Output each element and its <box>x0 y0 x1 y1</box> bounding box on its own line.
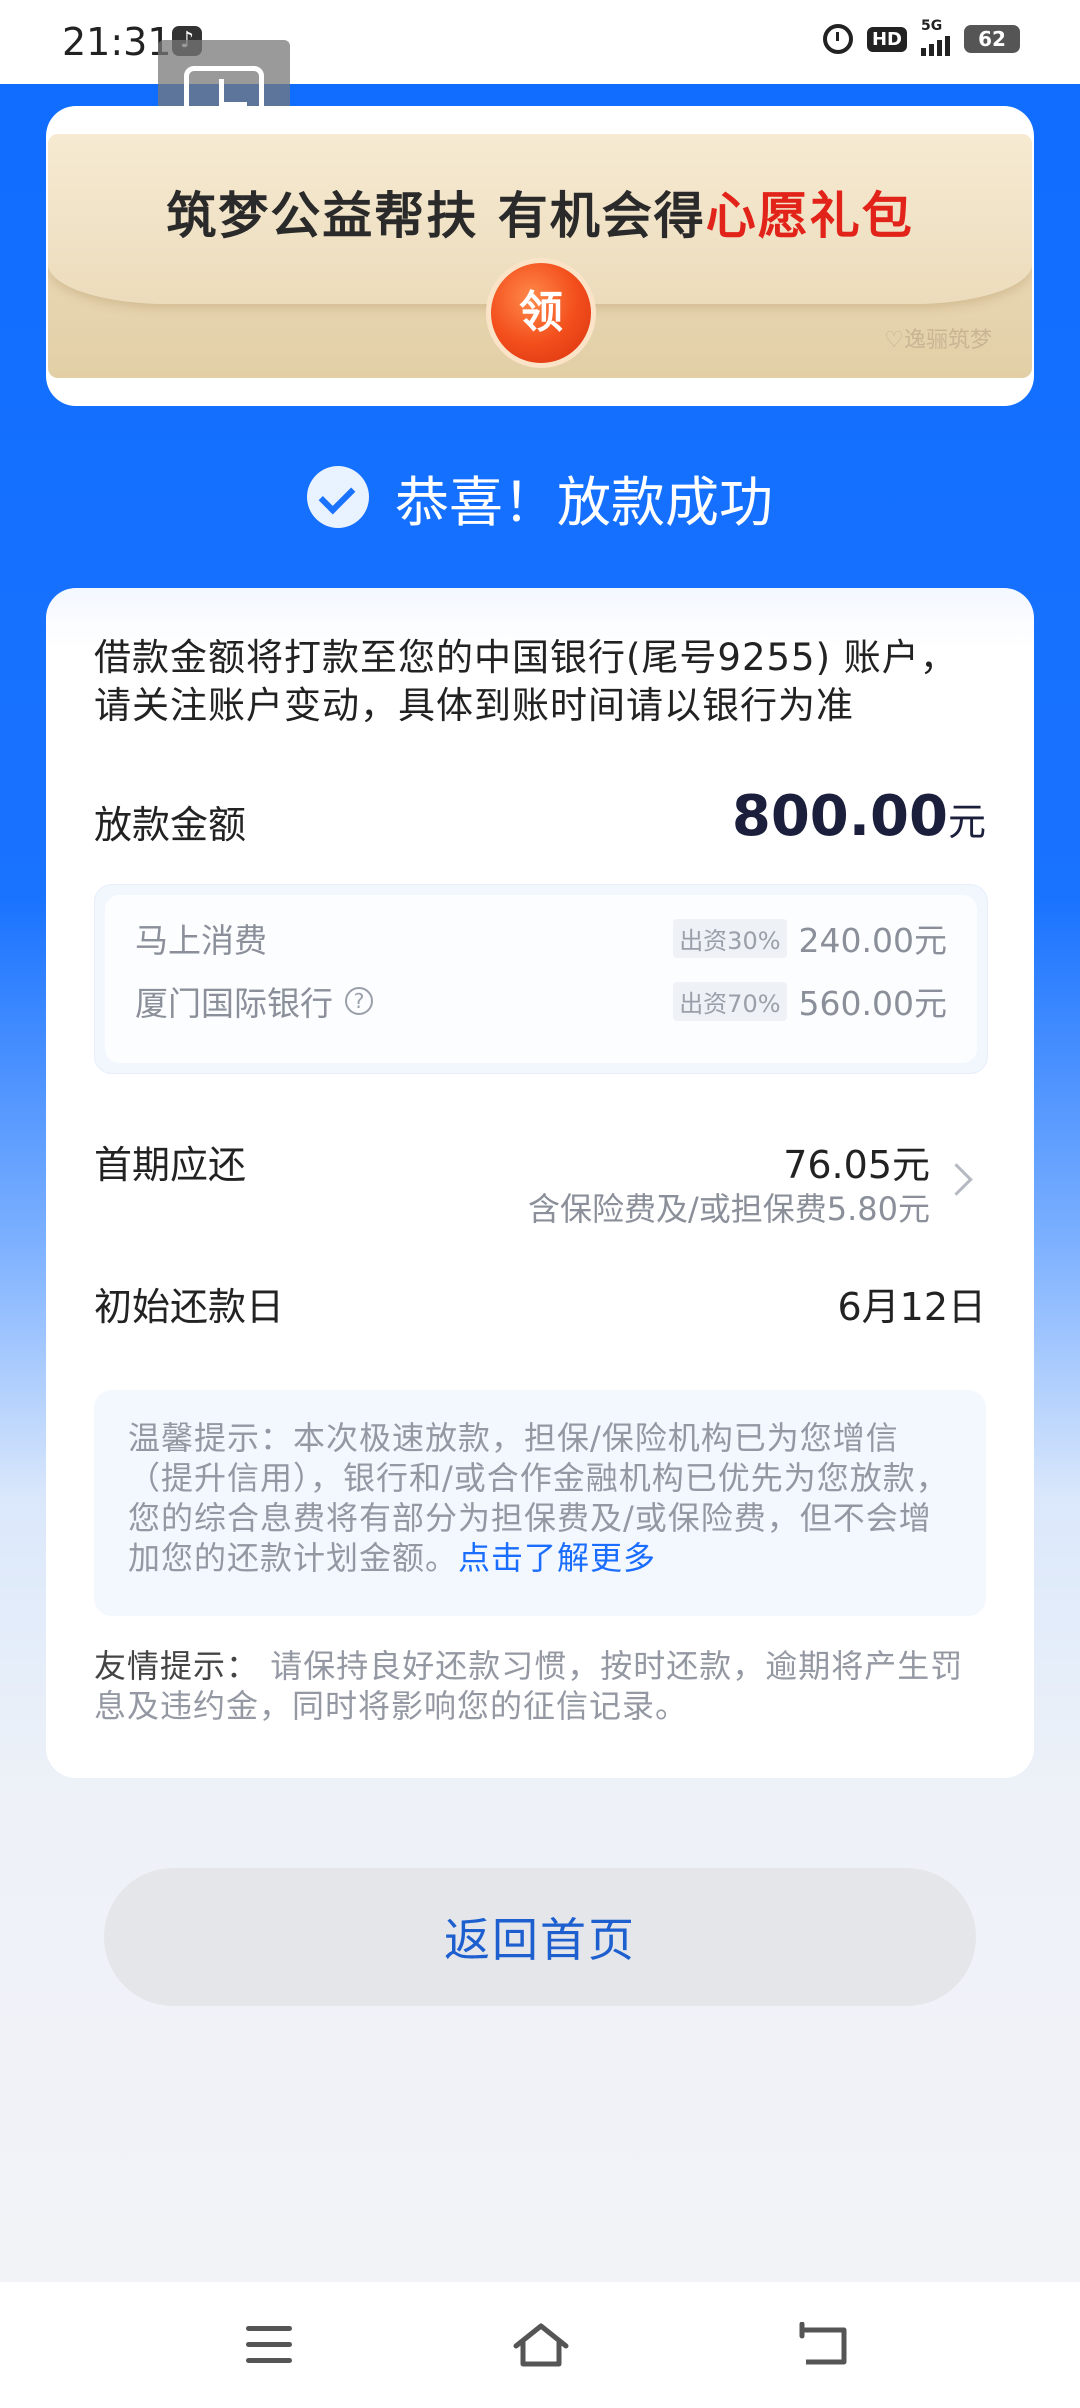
funder-values: 出资30% 240.00元 <box>673 914 947 962</box>
repayment-date-value: 6月12日 <box>837 1285 986 1329</box>
funder-values: 出资70% 560.00元 <box>673 977 947 1025</box>
signal-icon: 5G <box>921 18 950 56</box>
banner-text-highlight: 心愿礼包 <box>705 186 914 245</box>
success-header: 恭喜！放款成功 <box>0 462 1080 534</box>
success-title: 恭喜！放款成功 <box>395 470 773 534</box>
first-payment-label: 首期应还 <box>94 1143 247 1187</box>
status-time: 21:31 <box>62 20 172 64</box>
warm-tip-box: 温馨提示：本次极速放款，担保/保险机构已为您增信（提升信用），银行和/或合作金融… <box>94 1390 986 1616</box>
funder-name: 马上消费 <box>135 921 267 960</box>
funder-share-badge: 出资30% <box>673 918 787 958</box>
amount-label: 放款金额 <box>94 803 247 847</box>
system-nav-bar <box>0 2282 1080 2408</box>
menu-icon[interactable] <box>246 2326 292 2364</box>
warm-tip-text: 温馨提示：本次极速放款，担保/保险机构已为您增信（提升信用），银行和/或合作金融… <box>128 1418 958 1578</box>
funder-name: 厦门国际银行 <box>135 984 333 1023</box>
return-home-button[interactable]: 返回首页 <box>104 1868 976 2006</box>
banner-text: 筑梦公益帮扶 有机会得心愿礼包 <box>48 176 1032 248</box>
status-indicators: HD 5G 62 <box>822 18 1020 56</box>
alarm-icon <box>822 24 853 54</box>
funder-amount: 240.00元 <box>798 921 947 960</box>
back-icon[interactable] <box>798 2322 852 2368</box>
first-payment-fee-note[interactable]: 含保险费及/或担保费5.80元 <box>528 1184 930 1230</box>
home-icon[interactable] <box>512 2322 570 2368</box>
banner-text-main: 筑梦公益帮扶 有机会得 <box>166 186 706 245</box>
check-circle-icon <box>307 466 369 528</box>
friendly-tip-label: 友情提示： <box>94 1647 260 1685</box>
battery-indicator: 62 <box>964 25 1020 53</box>
learn-more-link[interactable]: 点击了解更多 <box>458 1539 656 1577</box>
promo-banner[interactable]: 筑梦公益帮扶 有机会得心愿礼包 领 ♡逸骊筑梦 <box>46 106 1034 406</box>
banner-envelope: 筑梦公益帮扶 有机会得心愿礼包 领 ♡逸骊筑梦 <box>48 134 1032 378</box>
amount-number: 800.00 <box>731 784 948 849</box>
funder-share-badge: 出资70% <box>673 981 787 1021</box>
funder-breakdown: 马上消费 出资30% 240.00元 厦门国际银行 ? 出资70% 560.00… <box>94 884 988 1074</box>
funder-amount: 560.00元 <box>798 984 947 1023</box>
help-icon[interactable]: ? <box>345 987 373 1015</box>
funder-row: 厦门国际银行 ? 出资70% 560.00元 <box>135 976 947 1026</box>
claim-button[interactable]: 领 <box>486 258 596 368</box>
friendly-tip: 友情提示： 请保持良好还款习惯，按时还款，逾期将产生罚息及违约金，同时将影响您的… <box>94 1646 994 1726</box>
network-type: 5G <box>921 18 943 34</box>
banner-brand-logo: ♡逸骊筑梦 <box>884 328 992 353</box>
hd-badge: HD <box>866 26 907 52</box>
disbursement-notice: 借款金额将打款至您的中国银行(尾号9255) 账户，请关注账户变动，具体到账时间… <box>94 636 958 727</box>
first-payment-amount[interactable]: 76.05元 <box>783 1134 930 1189</box>
amount-value: 800.00元 <box>732 784 986 849</box>
funder-row: 马上消费 出资30% 240.00元 <box>135 913 947 963</box>
amount-unit: 元 <box>947 800 986 844</box>
repayment-date-label: 初始还款日 <box>94 1285 285 1329</box>
loan-detail-card: 借款金额将打款至您的中国银行(尾号9255) 账户，请关注账户变动，具体到账时间… <box>46 588 1034 1778</box>
chevron-right-icon[interactable] <box>940 1163 973 1196</box>
